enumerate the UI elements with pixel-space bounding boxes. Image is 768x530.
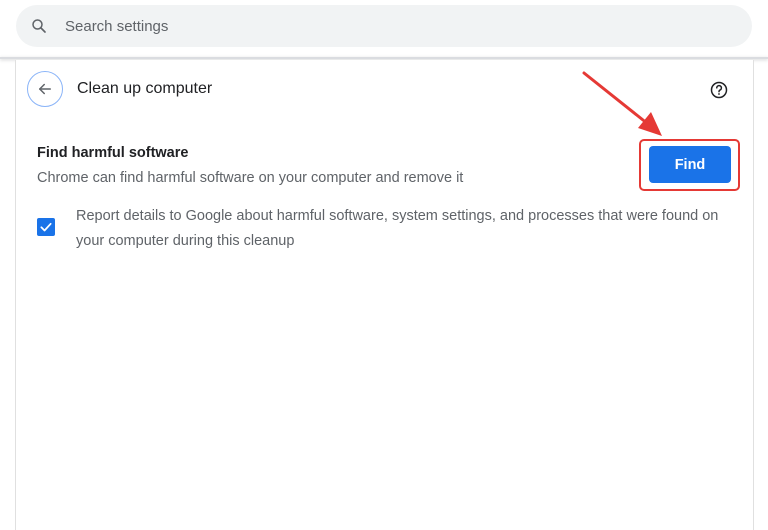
find-button[interactable]: Find <box>649 146 731 183</box>
section-description: Chrome can find harmful software on your… <box>37 170 464 186</box>
section-heading: Find harmful software <box>37 145 189 161</box>
checkmark-icon <box>39 220 53 234</box>
back-button[interactable] <box>27 71 63 107</box>
page-title: Clean up computer <box>77 80 213 97</box>
arrow-back-icon <box>36 80 54 98</box>
report-checkbox-label: Report details to Google about harmful s… <box>76 208 719 249</box>
help-circle-icon[interactable] <box>708 79 730 101</box>
top-bar: Search settings <box>0 0 768 58</box>
search-icon <box>29 16 49 36</box>
annotation-arrow-icon <box>582 71 662 136</box>
report-checkbox[interactable] <box>37 218 55 236</box>
search-bar[interactable]: Search settings <box>16 5 752 47</box>
header-divider <box>0 57 768 59</box>
search-input[interactable]: Search settings <box>65 18 168 35</box>
